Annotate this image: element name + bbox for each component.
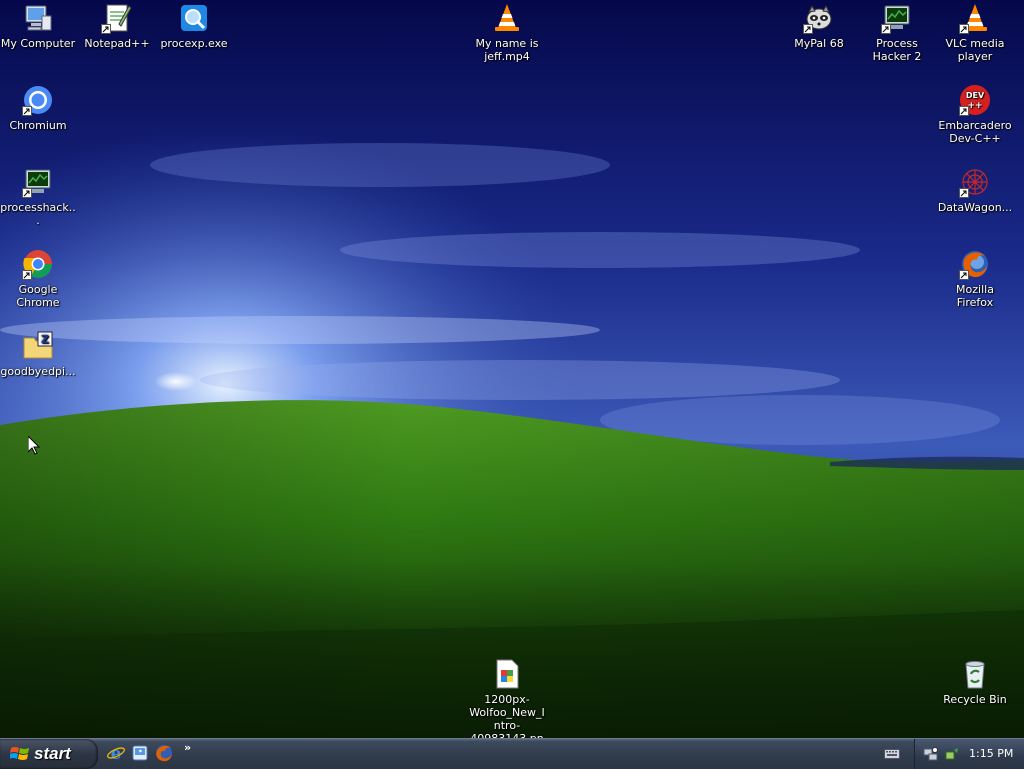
desktop-icon-label: My name is jeff.mp4 [475, 37, 539, 63]
desktop-icon-label: procexp.exe [160, 37, 228, 50]
shortcut-arrow-icon [22, 188, 32, 198]
internet-explorer-icon[interactable]: e [106, 743, 126, 764]
start-button[interactable]: start [0, 739, 98, 769]
desktop-icon-label: Chromium [9, 119, 67, 132]
desktop-icon-devcpp[interactable]: DEV ++ Embarcadero Dev-C++ [937, 84, 1013, 145]
desktop-icon-recycle-bin[interactable]: Recycle Bin [937, 658, 1013, 706]
shortcut-arrow-icon [803, 24, 813, 34]
network-icon[interactable] [923, 746, 939, 762]
desktop-icon-google-chrome[interactable]: Google Chrome [0, 248, 76, 309]
shortcut-arrow-icon [22, 106, 32, 116]
keyboard-indicator-icon[interactable] [884, 747, 900, 761]
zip-folder-icon: Z [22, 330, 54, 362]
notepad-plus-plus-icon [101, 2, 133, 34]
system-tray: 1:15 PM [914, 739, 1024, 769]
desktop-icon-label: Mozilla Firefox [956, 283, 994, 309]
shortcut-arrow-icon [22, 270, 32, 280]
vlc-cone-icon [491, 2, 523, 34]
desktop-icon-label: processhack... [0, 201, 76, 227]
desktop-icon-chromium[interactable]: Chromium [0, 84, 76, 132]
shortcut-arrow-icon [101, 24, 111, 34]
svg-text:e: e [111, 744, 122, 763]
chrome-icon [22, 248, 54, 280]
desktop-icon-datawagon[interactable]: DataWagon... [937, 166, 1013, 214]
firefox-icon [959, 248, 991, 280]
desktop-icon-label: Google Chrome [16, 283, 60, 309]
png-file-icon [491, 658, 523, 690]
desktop-icon-notepad-plus-plus[interactable]: Notepad++ [79, 2, 155, 50]
mouse-pointer-icon [27, 434, 41, 455]
desktop-icon-video-file[interactable]: My name is jeff.mp4 [469, 2, 545, 63]
desktop-icon-label: DataWagon... [937, 201, 1013, 214]
start-label: start [34, 744, 71, 763]
desktop-icon-vlc[interactable]: VLC media player [937, 2, 1013, 63]
shortcut-arrow-icon [959, 24, 969, 34]
desktop-icon-procexp[interactable]: procexp.exe [156, 2, 232, 50]
desktop-icon-goodbyedpi[interactable]: Z goodbyedpi... [0, 330, 76, 378]
process-explorer-icon [178, 2, 210, 34]
desktop-icon-label: goodbyedpi... [0, 365, 76, 378]
desktop-icon-label: Embarcadero Dev-C++ [938, 119, 1012, 145]
quick-launch-overflow-button[interactable]: » [184, 741, 191, 754]
desktop-icon-process-hacker[interactable]: Process Hacker 2 [859, 2, 935, 63]
svg-text:DEV: DEV [966, 91, 985, 100]
svg-text:++: ++ [967, 101, 982, 111]
desktop-icon-processhacker-shortcut[interactable]: processhack... [0, 166, 76, 227]
devcpp-icon: DEV ++ [959, 84, 991, 116]
chromium-icon [22, 84, 54, 116]
vlc-cone-icon [959, 2, 991, 34]
windows-logo-icon [9, 745, 30, 763]
taskbar-clock[interactable]: 1:15 PM [969, 747, 1013, 760]
desktop-icon-mypal[interactable]: MyPal 68 [781, 2, 857, 50]
show-desktop-icon[interactable] [130, 743, 150, 763]
desktop-icon-label: Process Hacker 2 [872, 37, 922, 63]
shortcut-arrow-icon [959, 188, 969, 198]
process-hacker-icon [22, 166, 54, 198]
shortcut-arrow-icon [959, 106, 969, 116]
desktop-icon-label: Notepad++ [84, 37, 150, 50]
desktop-icon-label: VLC media player [945, 37, 1005, 63]
desktop-icon-label: MyPal 68 [794, 37, 844, 50]
recycle-bin-icon [959, 658, 991, 690]
desktop-wallpaper [0, 0, 1024, 738]
mypal-raccoon-icon [803, 2, 835, 34]
computer-icon [22, 2, 54, 34]
desktop-icon-label: Recycle Bin [943, 693, 1007, 706]
desktop-icon-firefox[interactable]: Mozilla Firefox [937, 248, 1013, 309]
safely-remove-hardware-icon[interactable] [943, 746, 959, 762]
desktop-icon-my-computer[interactable]: My Computer [0, 2, 76, 50]
taskbar: start e » 1:15 PM [0, 738, 1024, 769]
shortcut-arrow-icon [881, 24, 891, 34]
svg-text:Z: Z [41, 333, 49, 346]
process-hacker-icon [881, 2, 913, 34]
shortcut-arrow-icon [959, 270, 969, 280]
firefox-icon[interactable] [154, 743, 174, 763]
datawagon-icon [959, 166, 991, 198]
desktop-icon-label: My Computer [0, 37, 76, 50]
